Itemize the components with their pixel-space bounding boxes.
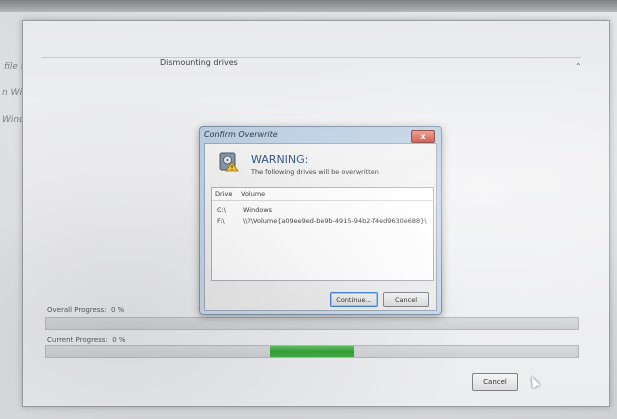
close-icon: x [420, 132, 426, 141]
close-button[interactable]: x [411, 130, 435, 143]
table-row[interactable]: C:\ Windows [212, 206, 433, 215]
drives-table: Drive Volume C:\ Windows F:\ \\?\Volume{… [211, 187, 434, 281]
current-progress-label: Current Progress: 0 % [47, 336, 126, 344]
overall-progress-bar [45, 317, 579, 330]
table-row[interactable]: F:\ \\?\Volume{a09ee9ed-be9b-4915-94b2-f… [212, 217, 433, 226]
main-cancel-button[interactable]: Cancel [472, 373, 518, 391]
warning-drive-icon [219, 152, 239, 172]
column-header-volume: Volume [241, 190, 266, 198]
overall-progress-label: Overall Progress: 0 % [47, 306, 125, 314]
current-progress-bar [45, 345, 579, 358]
drive-cell: F:\ [217, 217, 225, 225]
chevron-up-icon: ⌃ [575, 62, 582, 71]
dialog-body: WARNING: The following drives will be ov… [204, 143, 437, 311]
volume-cell: \\?\Volume{a09ee9ed-be9b-4915-94b2-f4ed9… [243, 217, 427, 225]
warning-subtext: The following drives will be overwritten [251, 168, 379, 176]
drive-cell: C:\ [217, 206, 226, 214]
table-header: Drive Volume [212, 188, 433, 201]
current-progress-fill [270, 346, 354, 357]
header-divider [41, 57, 581, 58]
dialog-cancel-button[interactable]: Cancel [383, 292, 429, 307]
dialog-title: Confirm Overwrite [204, 130, 278, 139]
status-text: Dismounting drives [160, 58, 238, 67]
volume-cell: Windows [243, 206, 273, 214]
confirm-overwrite-dialog: Confirm Overwrite x WARNING: The followi… [199, 126, 442, 315]
warning-heading: WARNING: [251, 153, 309, 166]
column-header-drive: Drive [215, 190, 233, 198]
monitor-bezel [0, 0, 617, 12]
continue-button[interactable]: Continue... [330, 292, 378, 307]
screen: file to n Win Windo Dismounting drives ⌃… [0, 0, 617, 419]
